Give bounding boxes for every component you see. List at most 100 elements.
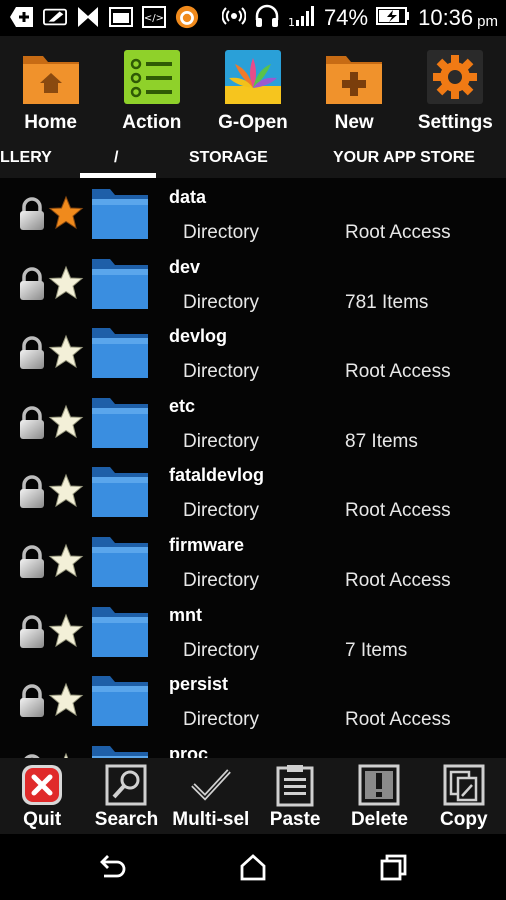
top-toolbar: Home Action G-Open New Settings [0,36,506,142]
new-folder-icon [326,56,383,104]
tab-gallery[interactable]: LLERY [0,149,52,167]
file-name: fataldevlog [169,465,265,486]
folder-icon [92,258,148,309]
delete-label: Delete [350,809,408,830]
file-row[interactable]: firmware Directory Root Access [0,521,506,591]
back-icon[interactable] [96,852,128,882]
lock-icon[interactable] [17,197,47,231]
clock-ampm: pm [477,12,498,30]
lotus-icon [224,50,281,104]
file-info: Root Access [345,570,451,591]
code-icon: </> [142,5,166,29]
plus-icon [10,5,34,29]
quit-icon [22,765,63,805]
recents-icon[interactable] [378,852,410,882]
file-list[interactable]: data Directory Root Access dev Directory… [0,178,506,758]
file-info: Root Access [345,361,451,383]
file-name: devlog [169,326,228,347]
copy-icon [443,764,485,806]
settings-label: Settings [417,112,493,133]
status-bar: </> 1 74% 10:36 pm [0,0,506,36]
multi-sel-label: Multi-sel [172,809,250,830]
headphones-icon [254,4,280,33]
new-button[interactable]: New [304,36,405,142]
copy-label: Copy [440,809,488,830]
star-icon[interactable] [48,613,84,649]
file-row[interactable]: persist Directory Root Access [0,660,506,730]
star-icon[interactable] [48,543,84,579]
lock-icon[interactable] [17,266,47,301]
file-row[interactable]: fataldevlog Directory Root Access [0,451,506,521]
tab-your-app-store[interactable]: YOUR APP STORE [333,149,475,167]
star-icon[interactable] [48,473,84,509]
multi-sel-button[interactable]: Multi-sel [169,758,253,834]
avast-icon [175,5,199,29]
file-row[interactable]: etc Directory 87 Items [0,382,506,452]
lock-icon[interactable] [17,475,47,509]
folder-icon [92,397,148,448]
xbox-icon [76,5,100,29]
file-row[interactable]: mnt Directory 7 Items [0,591,506,661]
signal-icon: 1 [288,5,316,32]
settings-button[interactable]: Settings [405,36,506,142]
delete-button[interactable]: Delete [337,758,421,834]
folder-icon [92,606,148,657]
lock-icon[interactable] [17,545,47,579]
checklist-icon [123,50,180,104]
action-button[interactable]: Action [101,36,202,142]
star-icon[interactable] [48,404,84,440]
file-row[interactable]: data Directory Root Access [0,178,506,243]
star-icon[interactable] [48,195,84,231]
search-icon [105,764,147,806]
file-type: Directory [183,570,260,591]
star-icon[interactable] [48,265,84,301]
svg-text:</>: </> [144,13,164,24]
file-name: mnt [169,604,202,625]
file-row[interactable]: dev Directory 781 Items [0,243,506,313]
tab-root[interactable]: / [114,149,118,167]
file-row[interactable]: devlog Directory Root Access [0,312,506,382]
home-button[interactable]: Home [0,36,101,142]
file-name: data [169,187,207,207]
folder-icon [92,676,148,727]
paste-label: Paste [269,809,321,830]
lock-icon[interactable] [17,336,47,370]
star-icon[interactable] [48,682,84,718]
battery-percent: 74% [324,5,369,30]
folder-icon [92,328,148,379]
lock-icon[interactable] [17,684,47,718]
eraser-icon [43,5,67,29]
tab-bar: LLERY / STORAGE YOUR APP STORE [0,142,506,178]
home-folder-icon [22,56,79,104]
tab-storage[interactable]: STORAGE [189,149,268,167]
folder-icon [92,537,148,587]
lock-icon[interactable] [17,406,47,440]
action-label: Action [122,112,182,133]
file-name: firmware [169,535,245,555]
lock-icon[interactable] [17,614,47,649]
quit-button[interactable]: Quit [0,758,84,834]
file-info: 87 Items [345,430,418,452]
folder-icon [92,467,148,518]
window-icon [109,5,133,29]
folder-icon [92,745,148,758]
file-info: Root Access [345,222,451,243]
navigation-bar [0,834,506,900]
home-icon[interactable] [237,852,269,882]
file-row[interactable]: proc [0,730,506,758]
clock: 10:36 [418,5,474,30]
folder-icon [92,189,148,239]
battery-icon [376,6,410,30]
copy-button[interactable]: Copy [422,758,506,834]
file-name: persist [169,674,229,695]
delete-icon [358,764,400,806]
file-type: Directory [183,222,260,243]
search-button[interactable]: Search [84,758,168,834]
star-icon[interactable] [48,334,84,370]
g-open-button[interactable]: G-Open [202,36,303,142]
file-type: Directory [183,709,260,731]
home-label: Home [24,112,77,133]
paste-icon [276,765,314,807]
file-info: 781 Items [345,291,429,313]
paste-button[interactable]: Paste [253,758,337,834]
